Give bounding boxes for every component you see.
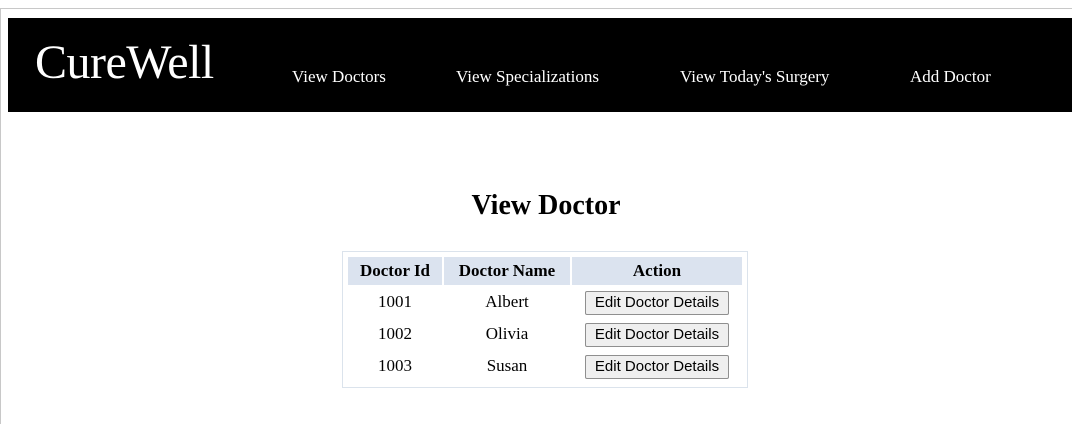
action-cell: Edit Doctor Details (572, 351, 742, 381)
action-cell: Edit Doctor Details (572, 287, 742, 317)
doctor-name-cell: Albert (485, 292, 529, 311)
column-header-doctor-id: Doctor Id (348, 257, 442, 285)
doctor-name-cell: Olivia (485, 324, 529, 343)
table-row: 1002 Olivia Edit Doctor Details (348, 319, 742, 349)
column-header-action: Action (572, 257, 742, 285)
top-navbar: CureWell View Doctors View Specializatio… (8, 18, 1072, 112)
page-title: View Doctor (471, 190, 621, 221)
edit-doctor-details-button[interactable]: Edit Doctor Details (584, 291, 730, 316)
doctor-name-cell: Susan (486, 356, 528, 375)
doctor-id-cell: 1002 (378, 324, 412, 343)
doctor-id-cell: 1001 (378, 292, 412, 311)
edit-doctor-details-button[interactable]: Edit Doctor Details (584, 355, 730, 380)
action-cell: Edit Doctor Details (572, 319, 742, 349)
nav-item-add-doctor[interactable]: Add Doctor (910, 66, 991, 88)
doctor-id-cell: 1003 (378, 356, 412, 375)
doctors-table: Doctor Id Doctor Name Action 1001 Albert… (346, 255, 744, 383)
nav-item-view-specializations[interactable]: View Specializations (456, 66, 599, 88)
table-row: 1001 Albert Edit Doctor Details (348, 287, 742, 317)
table-header-row: Doctor Id Doctor Name Action (348, 257, 742, 285)
nav-item-view-doctors[interactable]: View Doctors (292, 66, 386, 88)
brand-logo[interactable]: CureWell (35, 38, 214, 88)
column-header-doctor-name: Doctor Name (444, 257, 570, 285)
nav-item-view-todays-surgery[interactable]: View Today's Surgery (680, 66, 829, 88)
table-row: 1003 Susan Edit Doctor Details (348, 351, 742, 381)
edit-doctor-details-button[interactable]: Edit Doctor Details (584, 323, 730, 348)
doctors-table-container: Doctor Id Doctor Name Action 1001 Albert… (342, 251, 748, 388)
